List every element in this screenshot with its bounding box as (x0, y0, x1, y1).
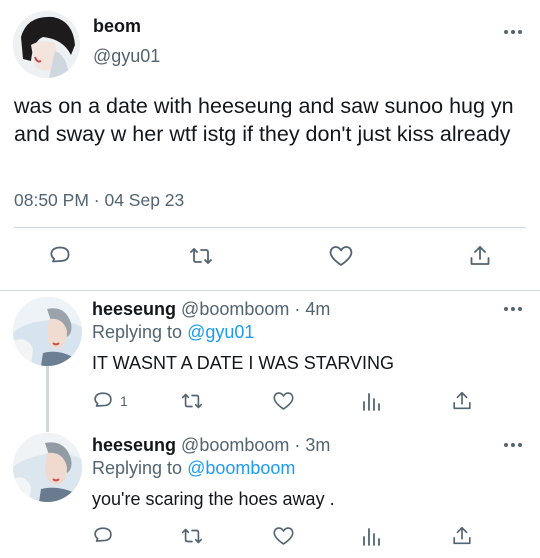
main-handle[interactable]: @gyu01 (93, 46, 160, 67)
main-like-button[interactable] (328, 244, 354, 268)
reply-icon (94, 392, 112, 407)
reply1-replying-link[interactable]: @gyu01 (187, 322, 254, 342)
reply2-replying-prefix: Replying to (92, 458, 183, 478)
reply1-display-name[interactable]: heeseung (92, 299, 176, 319)
reply2-more-dots-icon[interactable] (504, 443, 522, 447)
main-reply-button[interactable] (48, 244, 72, 268)
share-icon (453, 391, 471, 410)
reply2-retweet-button[interactable] (180, 525, 204, 547)
reply1-avatar[interactable] (13, 297, 82, 366)
main-tweet-meta: 08:50 PM · 04 Sep 23 (14, 190, 184, 211)
analytics-icon (363, 528, 380, 546)
main-tweet-time: 08:50 PM (14, 190, 89, 210)
reply2-separator: · (294, 435, 301, 455)
reply2-header: heeseung @boomboom · 3m (92, 435, 330, 456)
main-tweet-text: was on a date with heeseung and saw suno… (14, 94, 514, 146)
main-tweet-date: 04 Sep 23 (104, 190, 185, 210)
reply2-age: 3m (305, 435, 331, 455)
main-more-dots-icon[interactable] (504, 30, 522, 34)
share-icon (470, 246, 490, 265)
reply1-share-button[interactable] (451, 390, 473, 412)
reply1-more-dots-icon[interactable] (504, 307, 522, 311)
reply1-header: heeseung @boomboom · 4m (92, 299, 330, 320)
retweet-icon (190, 248, 212, 264)
like-icon (273, 527, 294, 545)
main-divider (14, 227, 526, 228)
reply2-display-name[interactable]: heeseung (92, 435, 176, 455)
reply1-age: 4m (305, 299, 331, 319)
reply1-like-button[interactable] (272, 390, 295, 412)
reply1-analytics-button[interactable] (361, 390, 383, 412)
reply2-reply-button[interactable] (92, 525, 114, 547)
reply2-like-button[interactable] (272, 525, 295, 547)
reply1-text: IT WASNT A DATE I WAS STARVING (92, 353, 395, 373)
reply1-separator: · (294, 299, 301, 319)
reply2-replying-link[interactable]: @boomboom (187, 458, 295, 478)
reply-icon (94, 527, 112, 542)
main-display-name[interactable]: beom (93, 16, 141, 37)
reply1-replying-to: Replying to @gyu01 (92, 322, 254, 343)
thread-line (46, 366, 49, 432)
like-icon (273, 392, 294, 410)
reply2-text: you're scaring the hoes away . (92, 489, 335, 509)
meta-separator: · (93, 190, 100, 210)
reply2-share-button[interactable] (451, 525, 473, 547)
analytics-icon (363, 393, 380, 411)
main-share-button[interactable] (468, 244, 492, 268)
reply1-reply-count: 1 (120, 393, 128, 409)
reply2-handle[interactable]: @boomboom (181, 435, 289, 455)
reply2-avatar[interactable] (13, 433, 82, 502)
main-avatar[interactable] (13, 11, 80, 78)
retweet-icon (182, 528, 202, 544)
share-icon (453, 526, 471, 545)
reply1-retweet-button[interactable] (180, 390, 204, 412)
like-icon (329, 246, 353, 266)
retweet-icon (182, 393, 202, 409)
reply-section-divider (0, 290, 540, 291)
reply2-analytics-button[interactable] (361, 525, 383, 547)
reply2-replying-to: Replying to @boomboom (92, 458, 295, 479)
main-retweet-button[interactable] (188, 244, 214, 268)
reply1-reply-button[interactable]: 1 (92, 390, 128, 412)
reply-icon (50, 246, 70, 263)
reply1-replying-prefix: Replying to (92, 322, 183, 342)
reply1-handle[interactable]: @boomboom (181, 299, 289, 319)
